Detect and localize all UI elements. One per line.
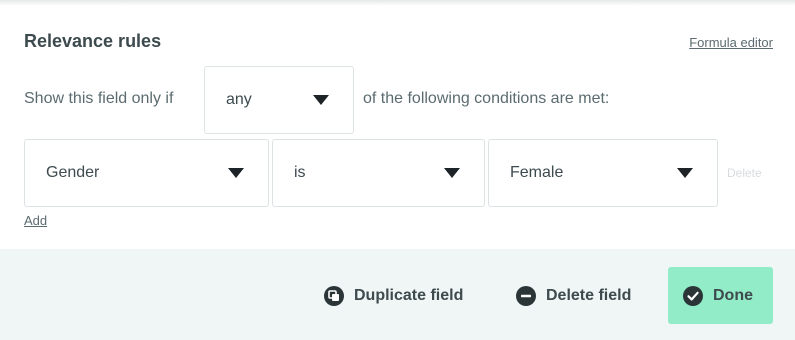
condition-operator-value: is xyxy=(294,164,306,181)
done-label: Done xyxy=(713,286,753,304)
caret-down-icon xyxy=(313,95,329,105)
condition-field-select[interactable]: Gender xyxy=(24,139,269,207)
minus-circle-icon xyxy=(516,285,536,306)
match-mode-value: any xyxy=(226,91,252,108)
top-shadow xyxy=(0,0,795,6)
done-button[interactable]: Done xyxy=(668,267,773,324)
caret-down-icon xyxy=(444,168,460,178)
match-mode-select[interactable]: any xyxy=(204,66,354,134)
condition-field-value: Gender xyxy=(46,164,100,181)
caret-down-icon xyxy=(228,168,244,178)
section-title: Relevance rules xyxy=(24,31,162,51)
duplicate-field-button[interactable]: Duplicate field xyxy=(324,267,463,324)
add-condition-link[interactable]: Add xyxy=(24,213,47,228)
check-circle-icon xyxy=(683,285,703,306)
show-prefix-text: Show this field only if xyxy=(24,90,174,107)
delete-field-button[interactable]: Delete field xyxy=(516,267,631,324)
show-suffix-text: of the following conditions are met: xyxy=(363,90,610,107)
condition-value-select[interactable]: Female xyxy=(488,139,718,207)
delete-field-label: Delete field xyxy=(546,286,632,304)
caret-down-icon xyxy=(677,168,693,178)
duplicate-icon xyxy=(324,285,344,306)
delete-condition-link[interactable]: Delete xyxy=(727,166,762,180)
duplicate-field-label: Duplicate field xyxy=(354,286,464,304)
condition-value-value: Female xyxy=(510,164,564,181)
condition-operator-select[interactable]: is xyxy=(272,139,485,207)
footer-bar: Duplicate field Delete field Done xyxy=(0,249,795,340)
formula-editor-link[interactable]: Formula editor xyxy=(689,35,773,50)
